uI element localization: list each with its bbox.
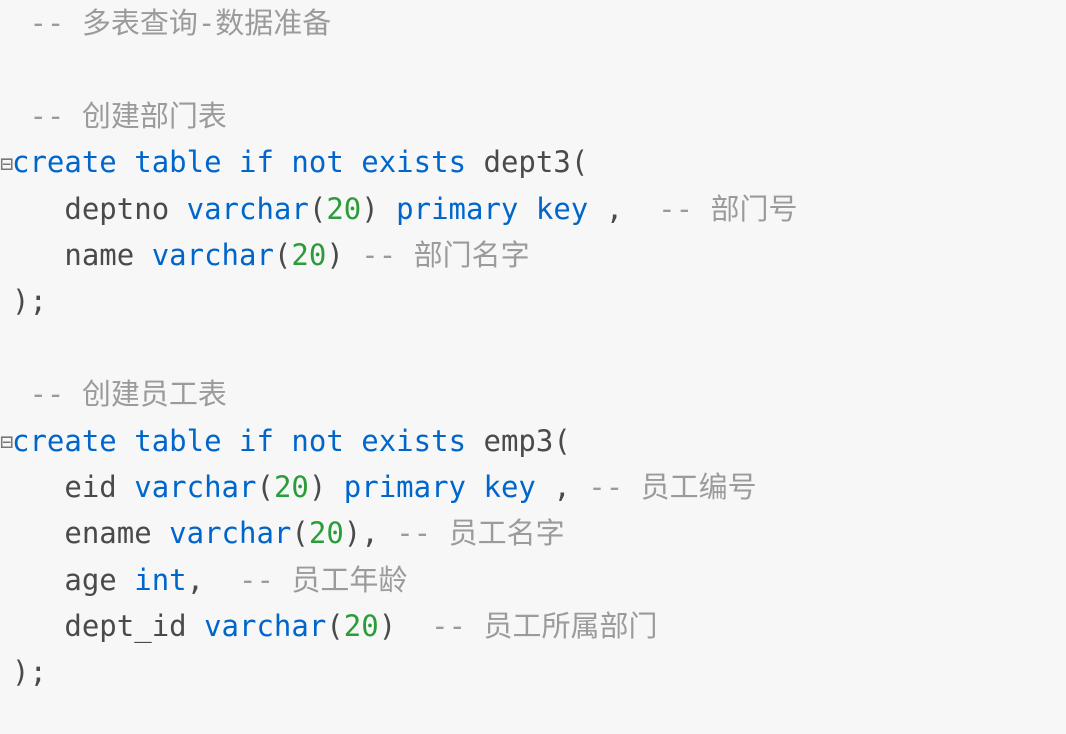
datatype: varchar [152,238,274,272]
keyword-not: not [291,424,343,458]
comment-text: -- 部门号 [658,192,797,226]
fold-gutter [0,7,12,42]
number-literal: 20 [291,238,326,272]
fold-gutter [0,239,12,274]
number-literal: 20 [309,516,344,550]
paren-open: ( [326,609,343,643]
fold-collapse-icon[interactable]: ⊟ [0,147,12,182]
fold-gutter [0,564,12,599]
code-line: -- 多表查询-数据准备 [0,0,1066,46]
code-editor[interactable]: -- 多表查询-数据准备 -- 创建部门表 ⊟create table if n… [0,0,1066,696]
column-name: eid [64,470,116,504]
comma: , [187,563,204,597]
table-name: emp3 [484,424,554,458]
keyword-table: table [134,145,221,179]
code-line: name varchar(20) -- 部门名字 [0,232,1066,278]
code-line-blank [0,325,1066,371]
comment-text: -- 创建员工表 [29,377,226,411]
code-line: ⊟create table if not exists emp3( [0,418,1066,464]
paren-close: ) [379,609,396,643]
datatype: varchar [204,609,326,643]
paren-close: ) [309,470,326,504]
column-name: name [64,238,134,272]
fold-gutter [0,379,12,414]
comma: , [606,192,623,226]
column-name: age [64,563,116,597]
comma: , [361,516,378,550]
comment-text: -- 部门名字 [361,238,529,272]
keyword-exists: exists [361,424,466,458]
code-line: ⊟create table if not exists dept3( [0,139,1066,185]
fold-gutter [0,286,12,321]
keyword-key: key [536,192,588,226]
column-name: deptno [64,192,169,226]
fold-collapse-icon[interactable]: ⊟ [0,425,12,460]
fold-gutter [0,193,12,228]
code-line: -- 创建部门表 [0,93,1066,139]
paren-open: ( [309,192,326,226]
number-literal: 20 [326,192,361,226]
datatype: int [134,563,186,597]
code-line-blank [0,46,1066,92]
number-literal: 20 [274,470,309,504]
close-statement: ); [12,655,47,689]
fold-gutter [0,657,12,692]
close-statement: ); [12,284,47,318]
code-line: ); [0,649,1066,695]
keyword-primary: primary [396,192,518,226]
comment-text: -- 员工年龄 [239,563,407,597]
fold-gutter [0,610,12,645]
column-name: dept_id [64,609,186,643]
paren-close: ) [361,192,378,226]
paren-open: ( [571,145,588,179]
table-name: dept3 [484,145,571,179]
number-literal: 20 [344,609,379,643]
code-line: dept_id varchar(20) -- 员工所属部门 [0,603,1066,649]
datatype: varchar [169,516,291,550]
code-line: age int, -- 员工年龄 [0,557,1066,603]
comment-text: -- 员工编号 [588,470,756,504]
code-line: eid varchar(20) primary key , -- 员工编号 [0,464,1066,510]
keyword-if: if [239,424,274,458]
keyword-if: if [239,145,274,179]
keyword-key: key [483,470,535,504]
keyword-primary: primary [344,470,466,504]
paren-open: ( [274,238,291,272]
keyword-not: not [291,145,343,179]
comment-text: -- 创建部门表 [29,99,226,133]
comma: , [553,470,570,504]
code-line: deptno varchar(20) primary key , -- 部门号 [0,186,1066,232]
comment-text: -- 多表查询-数据准备 [29,6,331,40]
code-line: -- 创建员工表 [0,371,1066,417]
fold-gutter [0,518,12,553]
column-name: ename [64,516,151,550]
keyword-exists: exists [361,145,466,179]
datatype: varchar [134,470,256,504]
keyword-create: create [12,145,117,179]
paren-open: ( [291,516,308,550]
code-line: ); [0,278,1066,324]
keyword-create: create [12,424,117,458]
code-line: ename varchar(20), -- 员工名字 [0,510,1066,556]
keyword-table: table [134,424,221,458]
fold-gutter [0,100,12,135]
comment-text: -- 员工名字 [396,516,564,550]
paren-close: ) [344,516,361,550]
paren-open: ( [553,424,570,458]
fold-gutter [0,471,12,506]
datatype: varchar [187,192,309,226]
paren-close: ) [326,238,343,272]
paren-open: ( [256,470,273,504]
comment-text: -- 员工所属部门 [431,609,657,643]
